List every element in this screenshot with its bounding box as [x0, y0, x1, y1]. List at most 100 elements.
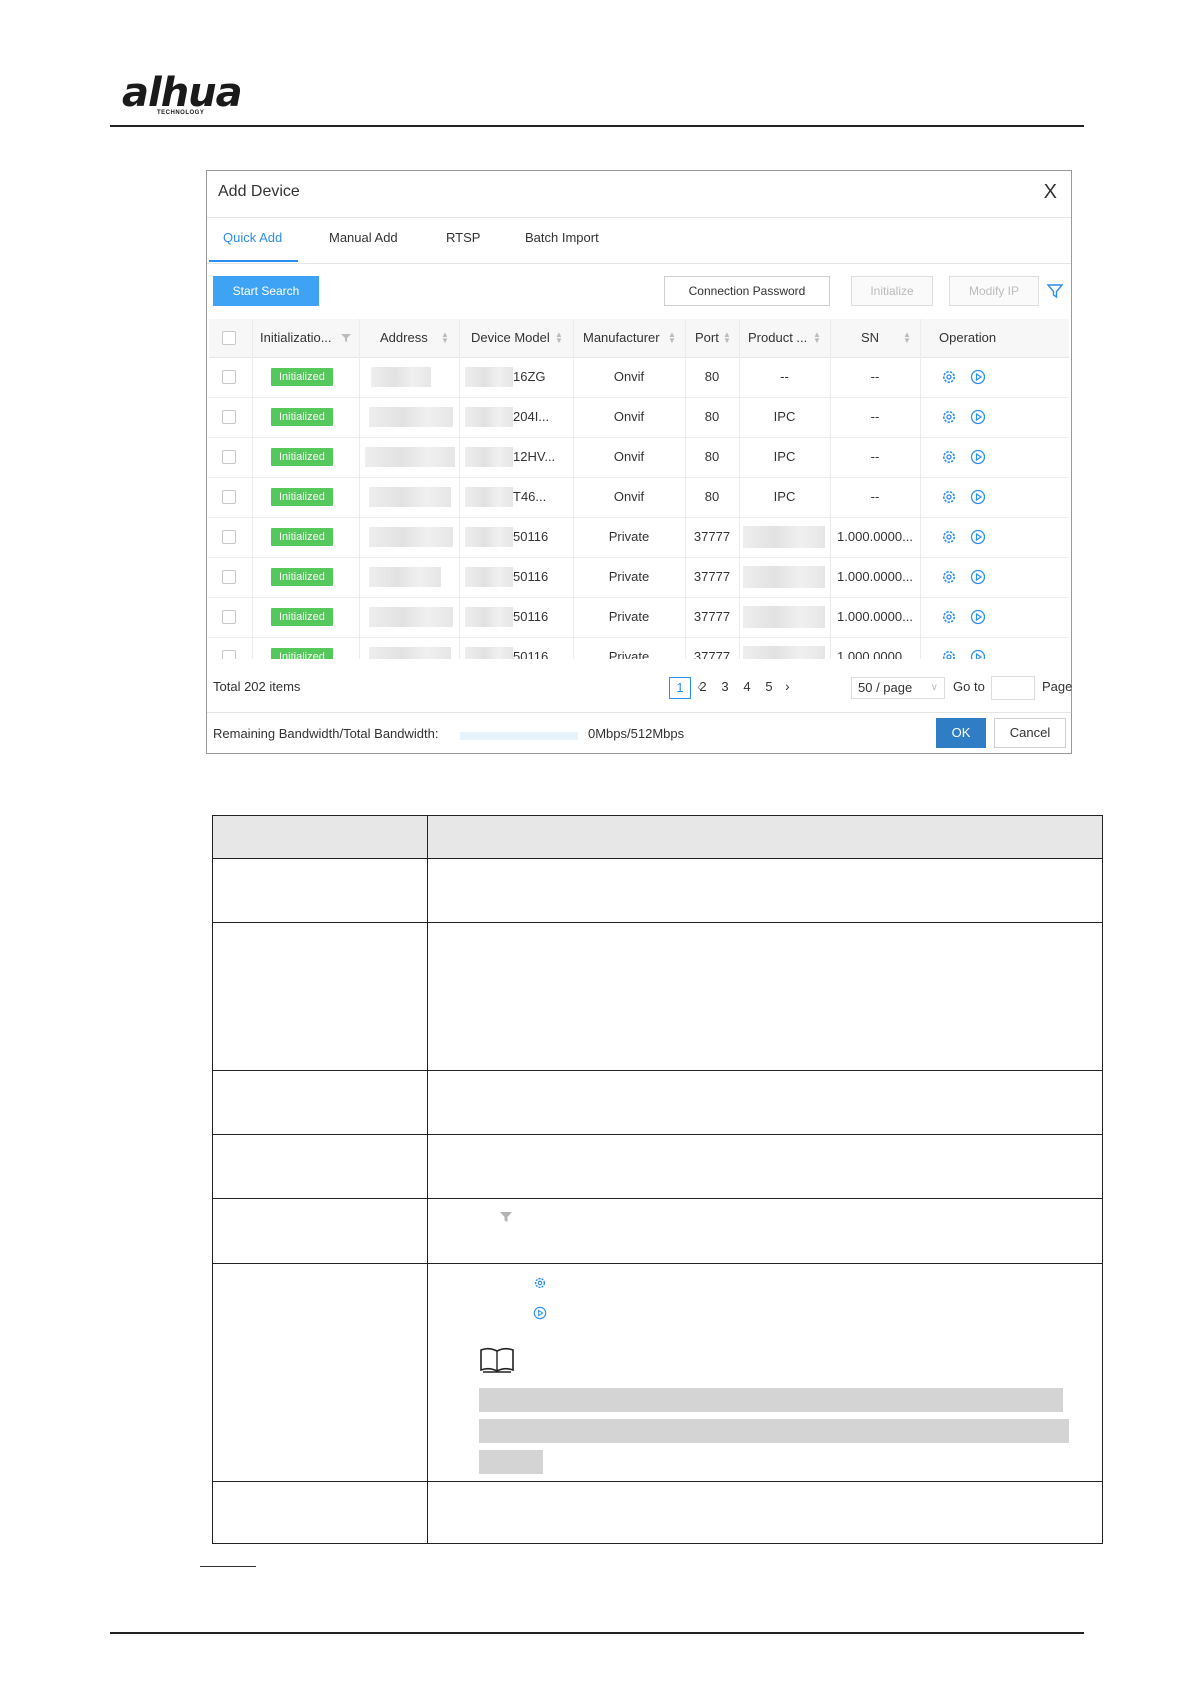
bandwidth-label: Remaining Bandwidth/Total Bandwidth: — [213, 726, 439, 741]
redacted-address — [369, 607, 453, 627]
play-icon[interactable] — [970, 649, 986, 659]
row-checkbox[interactable] — [222, 490, 236, 504]
sort-icon[interactable]: ▲ ▼ — [555, 331, 563, 345]
connection-password-button[interactable]: Connection Password — [664, 276, 830, 306]
status-badge: Initialized — [271, 528, 333, 546]
gear-icon[interactable] — [941, 649, 957, 659]
play-icon[interactable] — [970, 449, 986, 465]
row-checkbox[interactable] — [222, 410, 236, 424]
table-row[interactable]: Initialized 50116 Private 37777 1.000.0000..… — [209, 517, 1069, 558]
filter-icon[interactable] — [1047, 283, 1063, 299]
tab-quick-add[interactable]: Quick Add — [223, 230, 282, 245]
redacted-model-prefix — [465, 367, 513, 387]
gear-icon[interactable] — [941, 529, 957, 545]
sort-icon[interactable]: ▲ ▼ — [813, 331, 821, 345]
table-row[interactable]: Initialized 50116 Private 37777 1.000.0000..… — [209, 597, 1069, 638]
col-port[interactable]: Port — [695, 319, 719, 357]
page-5[interactable]: 5 — [758, 677, 780, 699]
status-badge: Initialized — [271, 488, 333, 506]
page-size-value: 50 / page — [858, 680, 913, 695]
play-icon[interactable] — [970, 409, 986, 425]
ok-button[interactable]: OK — [936, 718, 986, 748]
redacted-model-prefix — [465, 567, 513, 587]
manufacturer: Onvif — [613, 489, 645, 504]
gear-icon[interactable] — [941, 609, 957, 625]
col-device-model[interactable]: Device Model — [471, 319, 550, 357]
port: 80 — [704, 449, 720, 464]
port: 80 — [704, 489, 720, 504]
device-model: 204I... — [513, 409, 550, 424]
redacted-product — [743, 526, 825, 548]
row-divider — [213, 1481, 1102, 1482]
sort-icon[interactable]: ▲ ▼ — [441, 331, 449, 345]
table-row[interactable]: Initialized 16ZG Onvif 80 -- -- — [209, 357, 1069, 398]
row-checkbox[interactable] — [222, 530, 236, 544]
page-1[interactable]: 1 — [669, 677, 691, 699]
sn: -- — [870, 409, 880, 424]
page-size-select[interactable]: 50 / page ∨ — [851, 677, 945, 699]
filter-icon — [500, 1212, 512, 1222]
col-product[interactable]: Product ... — [748, 319, 807, 357]
row-checkbox[interactable] — [222, 610, 236, 624]
parameter-description-table — [212, 815, 1103, 1544]
sort-icon[interactable]: ▲ ▼ — [723, 331, 731, 345]
tab-manual-add[interactable]: Manual Add — [329, 230, 398, 245]
gear-icon[interactable] — [941, 369, 957, 385]
col-initialization[interactable]: Initializatio... — [260, 319, 332, 357]
modify-ip-button[interactable]: Modify IP — [949, 276, 1039, 306]
page-label: Page — [1042, 679, 1073, 694]
col-address[interactable]: Address — [380, 319, 428, 357]
row-divider — [213, 1198, 1102, 1199]
page-2[interactable]: 2 — [692, 677, 714, 699]
col-manufacturer[interactable]: Manufacturer — [583, 319, 660, 357]
gear-icon[interactable] — [941, 409, 957, 425]
bandwidth-bar — [460, 732, 578, 740]
row-checkbox[interactable] — [222, 370, 236, 384]
table-row[interactable]: Initialized 50116 Private 37777 1.000.0000..… — [209, 637, 1069, 659]
row-checkbox[interactable] — [222, 450, 236, 464]
row-divider — [213, 1134, 1102, 1135]
status-badge: Initialized — [271, 648, 333, 659]
tab-batch-import[interactable]: Batch Import — [525, 230, 599, 245]
device-model: 50116 — [513, 529, 549, 544]
initialize-button[interactable]: Initialize — [851, 276, 933, 306]
bandwidth-value: 0Mbps/512Mbps — [588, 726, 685, 741]
gear-icon[interactable] — [941, 569, 957, 585]
table-row[interactable]: Initialized 12HV... Onvif 80 IPC -- — [209, 437, 1069, 478]
table-row[interactable]: Initialized 204I... Onvif 80 IPC -- — [209, 397, 1069, 438]
page-3[interactable]: 3 — [714, 677, 736, 699]
sort-icon[interactable]: ▲ ▼ — [903, 331, 911, 345]
close-icon[interactable]: X — [1044, 181, 1057, 204]
start-search-button[interactable]: Start Search — [213, 276, 319, 306]
play-icon[interactable] — [970, 609, 986, 625]
tab-rtsp[interactable]: RTSP — [446, 230, 480, 245]
gear-icon[interactable] — [941, 449, 957, 465]
manufacturer: Onvif — [613, 449, 645, 464]
col-sn[interactable]: SN — [861, 319, 879, 357]
page-4[interactable]: 4 — [736, 677, 758, 699]
device-model: T46... — [513, 489, 547, 504]
select-all-checkbox[interactable] — [222, 331, 236, 345]
play-icon[interactable] — [970, 489, 986, 505]
row-checkbox[interactable] — [222, 570, 236, 584]
footnote-rule — [200, 1566, 256, 1567]
device-model: 50116 — [513, 609, 549, 624]
play-icon[interactable] — [970, 529, 986, 545]
manufacturer: Private — [608, 649, 650, 659]
column-filter-icon[interactable] — [341, 333, 351, 343]
status-badge: Initialized — [271, 368, 333, 386]
table-row[interactable]: Initialized 50116 Private 37777 1.000.0000..… — [209, 557, 1069, 598]
cancel-button[interactable]: Cancel — [994, 718, 1066, 748]
port: 37777 — [693, 569, 731, 584]
gear-icon[interactable] — [941, 489, 957, 505]
dialog-title: Add Device — [218, 183, 300, 200]
next-page-icon[interactable]: › — [785, 678, 790, 694]
table-row[interactable]: Initialized T46... Onvif 80 IPC -- — [209, 477, 1069, 518]
manufacturer: Private — [608, 529, 650, 544]
play-icon[interactable] — [970, 569, 986, 585]
manufacturer: Private — [608, 609, 650, 624]
goto-page-input[interactable] — [991, 676, 1035, 700]
row-checkbox[interactable] — [222, 650, 236, 659]
sort-icon[interactable]: ▲ ▼ — [668, 331, 676, 345]
play-icon[interactable] — [970, 369, 986, 385]
